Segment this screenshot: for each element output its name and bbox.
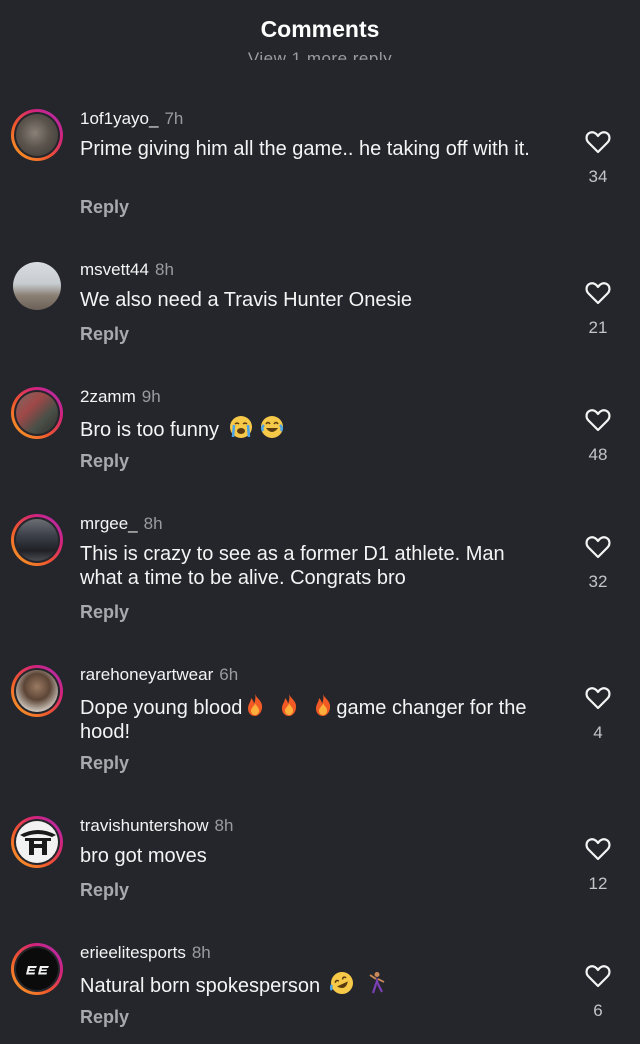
heart-outline-icon[interactable] xyxy=(585,408,611,432)
comment-text: Bro is too funny xyxy=(80,415,560,442)
avatar[interactable] xyxy=(11,260,63,312)
comment-item: erieelitesports 8h Natural born spokesper… xyxy=(0,943,640,1043)
comment-timestamp: 9h xyxy=(141,387,161,406)
comment-item: mrgee_ 8h This is crazy to see as a forme… xyxy=(0,514,640,634)
avatar-image xyxy=(16,392,58,434)
th-logo-icon xyxy=(20,830,56,855)
fire-icon xyxy=(316,694,331,716)
like-count: 6 xyxy=(593,1001,603,1020)
comment-username[interactable]: travishuntershow xyxy=(80,816,209,835)
heart-outline-icon[interactable] xyxy=(585,686,611,710)
avatar[interactable] xyxy=(11,514,63,566)
heart-outline-icon[interactable] xyxy=(585,130,611,154)
like-count: 48 xyxy=(588,445,608,464)
fire-icon xyxy=(282,694,297,716)
page-title: Comments xyxy=(260,16,380,42)
comment-username[interactable]: erieelitesports xyxy=(80,943,186,962)
like-count: 34 xyxy=(588,167,608,186)
like-count: 4 xyxy=(593,723,603,742)
avatar[interactable] xyxy=(11,387,63,439)
reply-button[interactable]: Reply xyxy=(80,602,129,623)
avatar[interactable] xyxy=(11,109,63,161)
like-count: 12 xyxy=(588,874,608,893)
comment-timestamp: 8h xyxy=(143,514,163,533)
comment-timestamp: 8h xyxy=(191,943,211,962)
comment-timestamp: 6h xyxy=(219,665,239,684)
avatar-image xyxy=(16,670,58,712)
avatar-image xyxy=(16,948,58,990)
like-count: 32 xyxy=(588,572,608,591)
comment-text: Dope young blood game changer for the hoo… xyxy=(80,693,560,744)
comments-header: Comments View 1 more reply xyxy=(0,0,640,62)
comment-username[interactable]: msvett44 xyxy=(80,260,149,279)
comment-item: 2zamm 9h Bro is too funny Reply 48 xyxy=(0,387,640,487)
avatar-image xyxy=(16,821,58,863)
rolling-on-the-floor-laughing-icon xyxy=(329,972,353,994)
comment-timestamp: 8h xyxy=(214,816,234,835)
comment-item: msvett44 8h We also need a Travis Hunter … xyxy=(0,260,640,360)
comment-username[interactable]: 1of1yayo_ xyxy=(80,109,158,128)
comment-text: This is crazy to see as a former D1 athl… xyxy=(80,543,505,589)
like-count: 21 xyxy=(588,318,608,337)
loudly-crying-face-icon xyxy=(229,416,252,438)
avatar-image xyxy=(16,114,58,156)
avatar-image xyxy=(16,519,58,561)
heart-outline-icon[interactable] xyxy=(585,281,611,305)
fire-icon xyxy=(248,694,263,716)
reply-button[interactable]: Reply xyxy=(80,197,129,218)
avatar[interactable] xyxy=(11,665,63,717)
comment-text: bro got moves xyxy=(80,845,207,867)
comment-username[interactable]: rarehoneyartwear xyxy=(80,665,213,684)
ee-logo-icon xyxy=(26,966,49,975)
comment-username[interactable]: mrgee_ xyxy=(80,514,138,533)
comment-timestamp: 8h xyxy=(154,260,174,279)
reply-button[interactable]: Reply xyxy=(80,451,129,472)
reply-button[interactable]: Reply xyxy=(80,324,129,345)
comment-item: 1of1yayo_ 7h Prime giving him all the gam… xyxy=(0,109,640,229)
heart-outline-icon[interactable] xyxy=(585,535,611,559)
comment-item: travishuntershow 8h bro got moves Reply 1… xyxy=(0,816,640,916)
heart-outline-icon[interactable] xyxy=(585,837,611,861)
reply-button[interactable]: Reply xyxy=(80,753,129,774)
avatar[interactable] xyxy=(11,816,63,868)
face-with-tears-of-joy-icon xyxy=(261,416,284,438)
view-more-replies-link[interactable]: View 1 more reply xyxy=(0,51,640,60)
comment-username[interactable]: 2zamm xyxy=(80,387,136,406)
comment-text: Prime giving him all the game.. he takin… xyxy=(80,138,530,160)
comment-text: Natural born spokesperson xyxy=(80,971,560,998)
comment-text: We also need a Travis Hunter Onesie xyxy=(80,289,413,311)
heart-outline-icon[interactable] xyxy=(585,964,611,988)
reply-button[interactable]: Reply xyxy=(80,880,129,901)
comment-timestamp: 7h xyxy=(164,109,184,128)
person-dancing-icon xyxy=(369,972,385,994)
reply-button[interactable]: Reply xyxy=(80,1007,129,1028)
avatar[interactable] xyxy=(11,943,63,995)
comment-item: rarehoneyartwear 6h Dope young blood game … xyxy=(0,665,640,785)
avatar-image xyxy=(13,262,61,310)
